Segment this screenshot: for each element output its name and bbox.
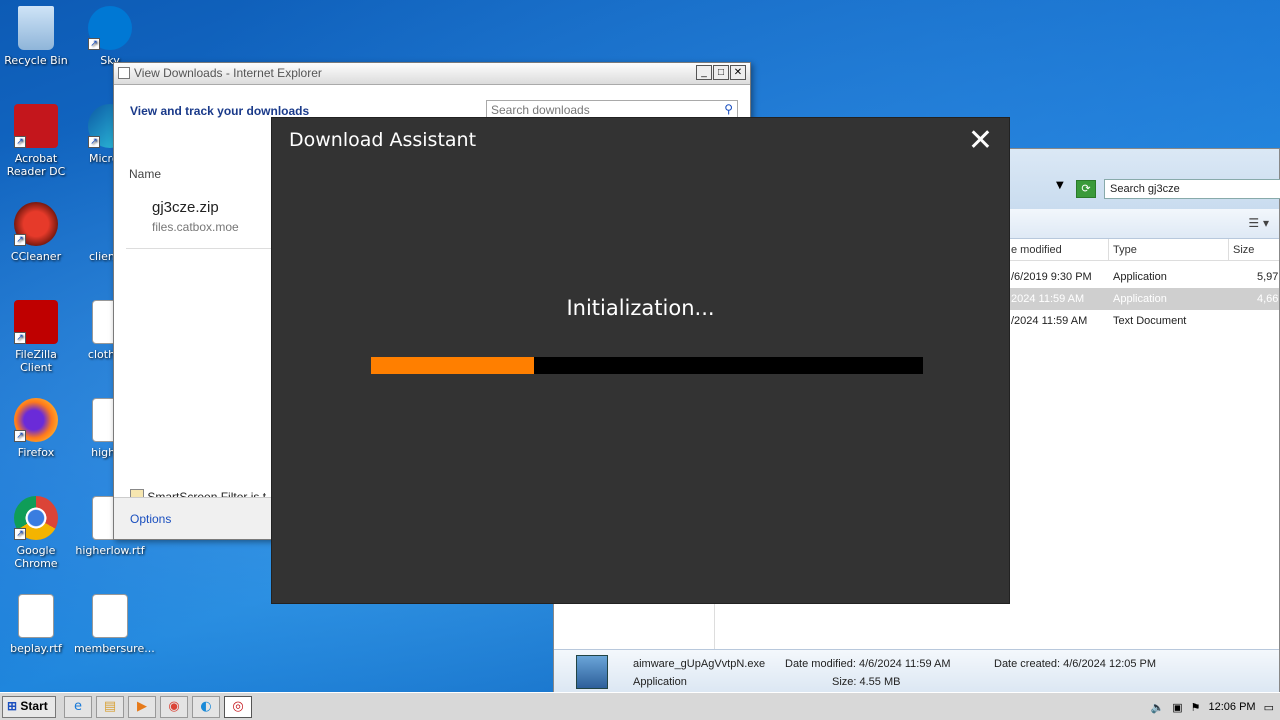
firefox-icon: ↗ [14, 398, 58, 442]
download-assistant-dialog: Download Assistant ✕ Initialization... [271, 117, 1010, 604]
close-button[interactable]: ✕ [730, 65, 746, 80]
details-date-created: Date created: 4/6/2024 12:05 PM [994, 658, 1157, 670]
icon-label: Google Chrome [14, 544, 58, 570]
internet-explorer-taskbar-icon[interactable]: e [64, 696, 92, 718]
explorer-taskbar-icon[interactable]: ▤ [96, 696, 124, 718]
download-item[interactable]: gj3cze.zip files.catbox.moe [152, 199, 239, 234]
search-placeholder: Search downloads [491, 103, 590, 117]
chrome-taskbar-icon[interactable]: ◉ [160, 696, 188, 718]
edge-taskbar-icon[interactable]: ◐ [192, 696, 220, 718]
ie-window-icon [118, 67, 130, 79]
column-size[interactable]: Size [1233, 244, 1254, 256]
icon-label: beplay.rtf [10, 642, 62, 655]
file-size: 4,66 [1257, 293, 1279, 305]
dialog-title: Download Assistant [289, 129, 477, 151]
explorer-search-input[interactable]: Search gj3cze [1104, 179, 1280, 199]
start-label: Start [20, 699, 48, 713]
filezilla-icon: ↗ [14, 300, 58, 344]
show-desktop-icon[interactable]: ▭ [1264, 701, 1274, 714]
minimize-button[interactable]: _ [696, 65, 712, 80]
icon-label: Recycle Bin [4, 54, 68, 67]
view-options-icon[interactable]: ☰ ▾ [1248, 216, 1269, 230]
details-date-modified: Date modified: 4/6/2024 11:59 AM [785, 658, 951, 670]
skype-icon: ↗ [88, 6, 132, 50]
word-document-icon [92, 594, 128, 638]
progress-bar [371, 357, 923, 374]
taskbar: ⊞ Start e ▤ ▶ ◉ ◐ ◎ 🔈 ▣ ⚑ 12:06 PM ▭ [0, 692, 1280, 720]
application-icon [576, 655, 608, 689]
file-type: Application [1113, 293, 1167, 305]
firefox-shortcut[interactable]: ↗ Firefox [0, 398, 72, 459]
download-file-name: gj3cze.zip [152, 199, 219, 216]
skype-shortcut[interactable]: ↗ Sky [74, 6, 146, 67]
refresh-icon[interactable]: ⟳ [1076, 180, 1096, 198]
chrome-shortcut[interactable]: ↗ Google Chrome [0, 496, 72, 570]
icon-label: higherlow.rtf [75, 544, 145, 557]
divider [126, 248, 276, 249]
flag-icon[interactable]: ⚑ [1191, 701, 1201, 714]
ccleaner-shortcut[interactable]: ↗ CCleaner [0, 202, 72, 263]
nav-pane-divider[interactable] [714, 604, 715, 649]
download-assistant-taskbar-icon[interactable]: ◎ [224, 696, 252, 718]
window-title: View Downloads - Internet Explorer [134, 66, 322, 80]
file-date: /6/2019 9:30 PM [1011, 271, 1092, 283]
volume-icon[interactable]: 🔈 [1151, 701, 1165, 714]
icon-label: Firefox [17, 446, 55, 459]
icon-label: Acrobat Reader DC [6, 152, 66, 178]
chevron-down-icon[interactable]: ▼ [1056, 180, 1064, 191]
column-name-header[interactable]: Name [129, 167, 161, 181]
clock[interactable]: 12:06 PM [1209, 701, 1256, 713]
acrobat-shortcut[interactable]: ↗ Acrobat Reader DC [0, 104, 72, 178]
membersure-file[interactable]: membersure... [74, 594, 155, 655]
icon-label: membersure... [74, 642, 155, 655]
start-button[interactable]: ⊞ Start [2, 696, 56, 718]
close-icon[interactable]: ✕ [968, 126, 993, 156]
file-type: Text Document [1113, 315, 1187, 327]
media-player-taskbar-icon[interactable]: ▶ [128, 696, 156, 718]
word-document-icon [18, 594, 54, 638]
progress-fill [371, 357, 534, 374]
ie-title-bar[interactable]: View Downloads - Internet Explorer _ □ ✕ [114, 63, 750, 85]
acrobat-icon: ↗ [14, 104, 58, 148]
recycle-bin-icon [18, 6, 54, 50]
details-file-name: aimware_gUpAgVvtpN.exe [633, 658, 766, 670]
system-tray: 🔈 ▣ ⚑ 12:06 PM ▭ [1151, 696, 1280, 718]
search-icon[interactable]: ⚲ [724, 102, 733, 116]
options-link[interactable]: Options [130, 512, 171, 526]
maximize-button[interactable]: □ [713, 65, 729, 80]
file-type: Application [1113, 271, 1167, 283]
recycle-bin-shortcut[interactable]: Recycle Bin [0, 6, 72, 67]
details-size: Size: 4.55 MB [832, 676, 901, 688]
ccleaner-icon: ↗ [14, 202, 58, 246]
column-date-modified[interactable]: e modified [1011, 244, 1062, 256]
anyrun-watermark: ANY RUN [1040, 612, 1241, 656]
status-text: Initialization... [566, 296, 715, 320]
icon-label: CCleaner [10, 250, 62, 263]
file-date: 2024 11:59 AM [1011, 293, 1085, 305]
filezilla-shortcut[interactable]: ↗ FileZilla Client [0, 300, 72, 374]
file-date: /2024 11:59 AM [1011, 315, 1088, 327]
column-type[interactable]: Type [1113, 244, 1137, 256]
details-kind: Application [633, 676, 687, 688]
download-source: files.catbox.moe [152, 220, 239, 234]
beplay-file[interactable]: beplay.rtf [0, 594, 72, 655]
chrome-icon: ↗ [14, 496, 58, 540]
network-icon[interactable]: ▣ [1172, 701, 1182, 714]
file-size: 5,97 [1257, 271, 1279, 283]
icon-label: FileZilla Client [15, 348, 57, 374]
windows-logo-icon: ⊞ [7, 699, 18, 713]
